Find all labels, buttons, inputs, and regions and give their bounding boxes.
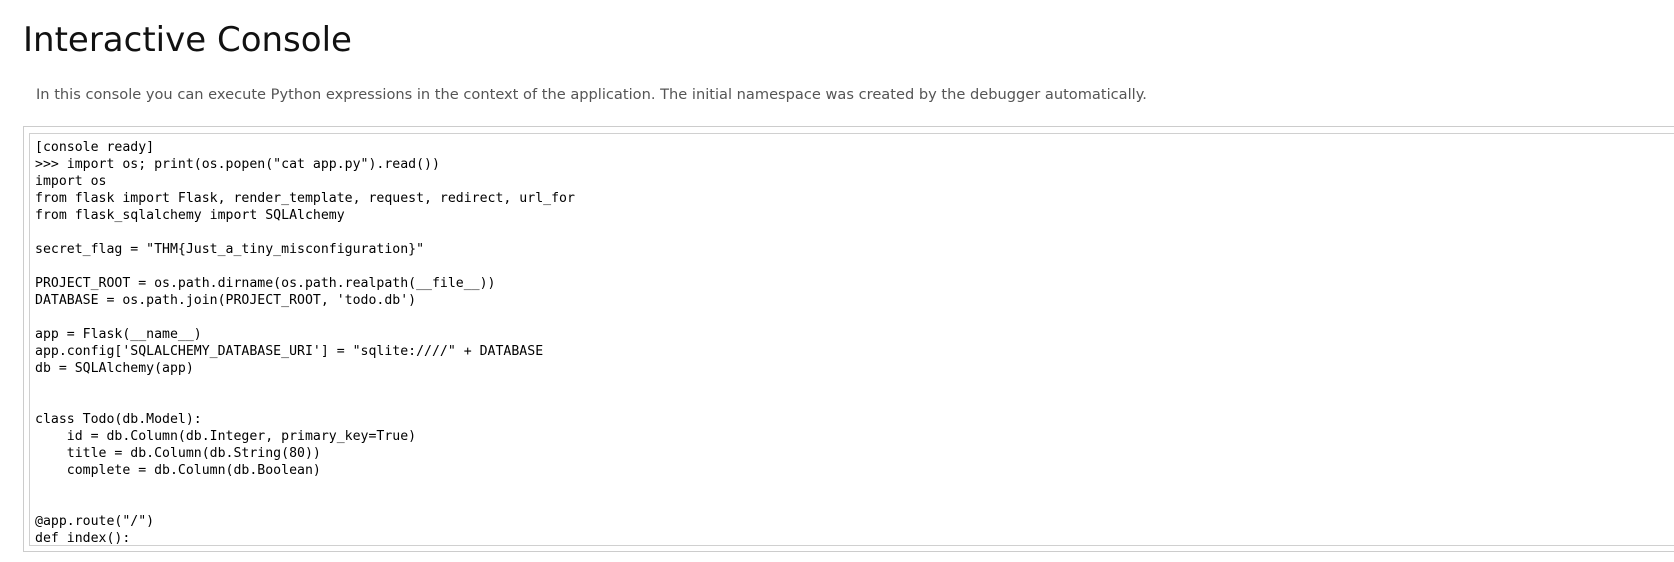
console-frame[interactable]: [console ready] >>> import os; print(os.… (23, 126, 1674, 552)
console-explanation: In this console you can execute Python e… (36, 86, 1147, 103)
console-output: [console ready] >>> import os; print(os.… (35, 140, 575, 546)
console-output-area[interactable]: [console ready] >>> import os; print(os.… (29, 133, 1674, 546)
page-title: Interactive Console (23, 20, 352, 60)
